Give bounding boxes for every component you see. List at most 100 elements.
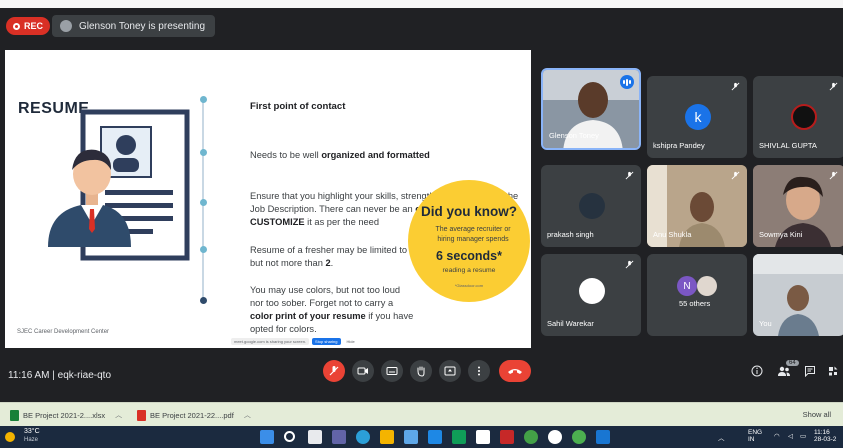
participant-name: Anu Shukla bbox=[653, 230, 692, 239]
edge-icon[interactable] bbox=[356, 430, 370, 444]
mic-off-icon bbox=[625, 171, 634, 180]
did-you-know-source: *Glassdoor.com bbox=[454, 283, 484, 288]
participant-tile[interactable]: Anu Shukla bbox=[647, 165, 747, 247]
weather-icon[interactable] bbox=[5, 432, 15, 442]
excel-file-icon bbox=[10, 409, 19, 421]
stop-sharing-button[interactable]: Stop sharing bbox=[312, 338, 341, 345]
app-icon[interactable] bbox=[428, 430, 442, 444]
slide-point-2: Needs to be well organized and formatted bbox=[250, 150, 430, 160]
more-options-button[interactable] bbox=[468, 360, 490, 382]
mic-off-icon bbox=[329, 366, 339, 376]
mic-off-icon bbox=[731, 171, 740, 180]
camera-toggle-button[interactable] bbox=[352, 360, 374, 382]
battery-icon[interactable]: ▭ bbox=[800, 432, 806, 440]
leave-call-button[interactable] bbox=[499, 360, 531, 382]
participant-tile[interactable]: N 55 others bbox=[647, 254, 747, 336]
timeline-dot bbox=[200, 96, 207, 103]
teams-icon[interactable] bbox=[332, 430, 346, 444]
people-count-badge: 64 bbox=[786, 360, 799, 366]
recording-badge: REC bbox=[6, 17, 51, 35]
participant-tile[interactable]: k kshipra Pandey bbox=[647, 76, 747, 158]
clock[interactable]: 11:16 28-03-2 bbox=[814, 429, 836, 443]
pdf-file-icon bbox=[137, 409, 146, 421]
wifi-icon[interactable]: ◠ bbox=[774, 432, 780, 440]
store-icon[interactable] bbox=[404, 430, 418, 444]
mic-off-icon bbox=[625, 260, 634, 269]
task-view-icon[interactable] bbox=[308, 430, 322, 444]
speaker-icon[interactable]: ◁ bbox=[788, 432, 793, 440]
chat-icon bbox=[805, 366, 815, 377]
captions-button[interactable] bbox=[381, 360, 403, 382]
participant-avatar bbox=[579, 193, 605, 219]
app-icon[interactable] bbox=[596, 430, 610, 444]
download-item[interactable]: BE Project 2021-22....pdf ︿ bbox=[137, 407, 251, 423]
participant-avatar bbox=[579, 278, 605, 304]
participant-avatar: k bbox=[685, 104, 711, 130]
chat-button[interactable] bbox=[802, 363, 818, 379]
presenter-avatar bbox=[60, 20, 72, 32]
participant-name: kshipra Pandey bbox=[653, 141, 705, 150]
chevron-up-icon[interactable]: ︿ bbox=[244, 410, 251, 420]
info-icon bbox=[751, 365, 763, 377]
timeline-dot bbox=[200, 246, 207, 253]
file-explorer-icon[interactable] bbox=[380, 430, 394, 444]
did-you-know-title: Did you know? bbox=[421, 204, 517, 219]
activities-button[interactable] bbox=[825, 363, 841, 379]
start-icon[interactable] bbox=[260, 430, 274, 444]
participant-avatar bbox=[791, 104, 817, 130]
participant-name: Glenson Toney bbox=[549, 131, 599, 140]
participant-name: Sahil Warekar bbox=[547, 319, 594, 328]
slide-footer: SJEC Career Development Center bbox=[17, 329, 110, 335]
clock-date: 28-03-2 bbox=[814, 436, 837, 443]
record-icon bbox=[13, 22, 20, 30]
chrome-icon[interactable] bbox=[572, 430, 586, 444]
google-meet-window: REC Glenson Toney is presenting RESUME F… bbox=[0, 8, 843, 402]
did-you-know-text: The average recruiter or hiring manager … bbox=[435, 226, 511, 243]
timeline-dot bbox=[200, 297, 207, 304]
chevron-up-icon[interactable]: ︿ bbox=[115, 410, 122, 420]
raise-hand-button[interactable] bbox=[410, 360, 432, 382]
search-icon[interactable] bbox=[284, 431, 295, 442]
participant-tile[interactable]: Sowmya Kini bbox=[753, 165, 843, 247]
others-avatar bbox=[697, 276, 717, 296]
download-filename: BE Project 2021-2....xlsx bbox=[23, 410, 106, 420]
did-you-know-highlight: 6 seconds* bbox=[435, 249, 502, 263]
present-icon bbox=[444, 366, 456, 376]
app-icon[interactable] bbox=[476, 430, 490, 444]
xbox-icon[interactable] bbox=[524, 430, 538, 444]
presenter-text: Glenson Toney is presenting bbox=[79, 20, 206, 32]
windows-taskbar: 33°C Haze ︿ ENG IN ◠ ◁ ▭ 11:16 28-03-2 bbox=[0, 426, 843, 448]
language-indicator[interactable]: ENG IN bbox=[748, 429, 762, 443]
weather-condition: Haze bbox=[24, 437, 39, 443]
participant-tile[interactable]: Glenson Toney bbox=[541, 68, 641, 150]
mic-toggle-button[interactable] bbox=[323, 360, 345, 382]
participant-tile[interactable]: Sahil Warekar bbox=[541, 254, 641, 336]
people-icon bbox=[778, 366, 790, 376]
speaking-indicator-icon bbox=[620, 75, 634, 89]
participant-name: You bbox=[759, 319, 772, 328]
participant-name: prakash singh bbox=[547, 230, 594, 239]
participant-tile[interactable]: prakash singh bbox=[541, 165, 641, 247]
downloads-bar: BE Project 2021-2....xlsx ︿ BE Project 2… bbox=[0, 402, 843, 426]
app-icon[interactable] bbox=[452, 430, 466, 444]
hide-share-button[interactable]: Hide bbox=[344, 338, 358, 345]
app-icon[interactable] bbox=[548, 430, 562, 444]
meeting-time-and-code: 11:16 AM | eqk-riae-qto bbox=[8, 370, 112, 381]
participant-tile[interactable]: You bbox=[753, 254, 843, 336]
screen-share-strip: meet.google.com is sharing your screen. … bbox=[231, 338, 358, 345]
camera-icon bbox=[357, 367, 368, 375]
presenter-indicator[interactable]: Glenson Toney is presenting bbox=[52, 15, 216, 37]
slide-point-5: You may use colors, but not too loud nor… bbox=[250, 285, 414, 334]
weather-temperature: 33°C bbox=[24, 428, 40, 435]
participant-name: 55 others bbox=[679, 299, 711, 308]
share-message: meet.google.com is sharing your screen. bbox=[231, 338, 310, 345]
app-icon[interactable] bbox=[500, 430, 514, 444]
present-screen-button[interactable] bbox=[439, 360, 461, 382]
chevron-up-icon[interactable]: ︿ bbox=[718, 432, 725, 442]
participant-tile[interactable]: SHIVLAL GUPTA bbox=[753, 76, 843, 158]
meeting-details-button[interactable] bbox=[749, 363, 765, 379]
download-filename: BE Project 2021-22....pdf bbox=[150, 410, 234, 420]
download-item[interactable]: BE Project 2021-2....xlsx ︿ bbox=[10, 407, 122, 423]
timeline-dot bbox=[200, 199, 207, 206]
show-all-downloads-button[interactable]: Show all bbox=[803, 410, 831, 419]
